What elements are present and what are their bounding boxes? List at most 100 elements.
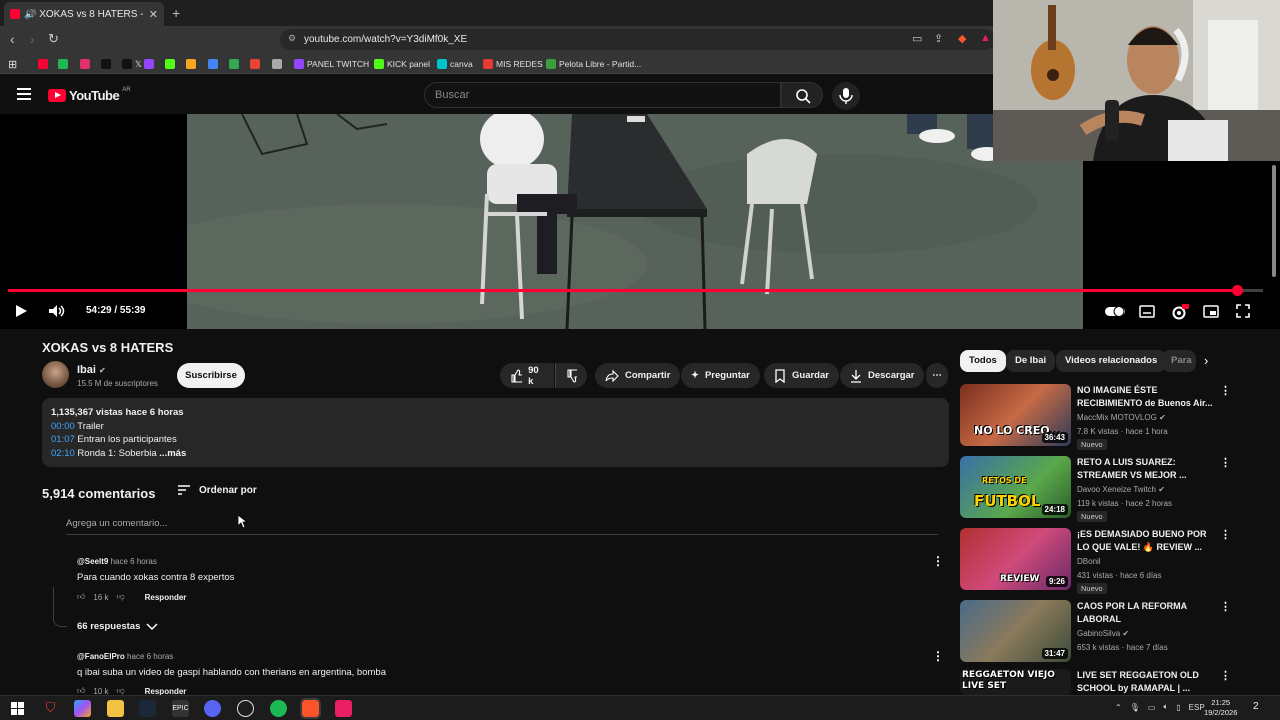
description-box[interactable]: 1,135,367 vistas hace 6 horas 00:00 Trai…: [42, 398, 949, 467]
bookmark-item[interactable]: [101, 57, 111, 71]
comment-menu-icon[interactable]: ⋮: [932, 554, 944, 568]
video-title[interactable]: ¡ES DEMASIADO BUENO POR LO QUE VALE! 🔥 R…: [1077, 528, 1215, 554]
chip-todos[interactable]: Todos: [960, 350, 1006, 372]
obs-icon[interactable]: [237, 700, 254, 717]
subtitles-icon[interactable]: [1139, 304, 1155, 318]
chip-para[interactable]: Para: [1162, 350, 1196, 372]
file-explorer-icon[interactable]: [107, 700, 124, 717]
more-options-icon[interactable]: ⋮: [1220, 669, 1231, 682]
bookmark-item[interactable]: [80, 57, 90, 71]
timestamp-link[interactable]: 01:07: [51, 434, 75, 445]
show-more-link[interactable]: ...más: [159, 448, 186, 459]
recommended-video[interactable]: 31:47 CAOS POR LA REFORMA LABORAL Gabino…: [960, 600, 1260, 664]
bookmark-item[interactable]: KICK panel: [374, 57, 430, 71]
recommended-video[interactable]: RETOS DE FUTBOL 24:18 RETO A LUIS SUAREZ…: [960, 456, 1260, 522]
tray-overflow-icon[interactable]: ⌃: [1115, 703, 1122, 712]
video-title[interactable]: RETO A LUIS SUAREZ: STREAMER VS MEJOR ..…: [1077, 456, 1215, 482]
bookmark-item[interactable]: [165, 57, 175, 71]
network-icon[interactable]: ▭: [1148, 703, 1156, 712]
dislike-button[interactable]: [555, 363, 587, 388]
chip-de-ibai[interactable]: De Ibai: [1006, 350, 1056, 372]
address-bar[interactable]: ⚙ youtube.com/watch?v=Y3diMf0k_XE: [280, 29, 996, 50]
chevron-right-icon[interactable]: ›: [1204, 353, 1208, 368]
notifications-badge[interactable]: 2: [1253, 701, 1259, 712]
spotify-icon[interactable]: [270, 700, 287, 717]
comment-time[interactable]: hace 6 horas: [127, 652, 173, 661]
forward-icon[interactable]: ›: [30, 31, 35, 47]
more-actions-button[interactable]: ⋯: [926, 363, 948, 388]
channel-name[interactable]: MaccMix MOTOVLOG ✔: [1077, 413, 1166, 422]
video-thumbnail[interactable]: NO LO CREO... 36:43: [960, 384, 1071, 446]
taskbar-clock[interactable]: 21:25 19/2/2026: [1204, 698, 1237, 718]
channel-name[interactable]: DBonil: [1077, 557, 1101, 566]
reply-button[interactable]: Responder: [145, 593, 187, 602]
recommended-video[interactable]: REVIEW 9:26 ¡ES DEMASIADO BUENO POR LO Q…: [960, 528, 1260, 594]
discord-icon[interactable]: [204, 700, 221, 717]
bookmark-item[interactable]: [229, 57, 239, 71]
chip-videos-relacionados[interactable]: Videos relacionados: [1056, 350, 1167, 372]
sort-comments-button[interactable]: Ordenar por: [177, 484, 257, 496]
volume-icon[interactable]: [48, 304, 66, 318]
brave-browser-icon[interactable]: [300, 698, 321, 719]
hamburger-menu-icon[interactable]: [17, 88, 31, 100]
reload-icon[interactable]: ↻: [48, 31, 59, 47]
back-icon[interactable]: ‹: [10, 31, 15, 47]
epic-games-icon[interactable]: EPIC: [172, 700, 189, 717]
language-indicator[interactable]: ESP: [1189, 703, 1205, 712]
more-options-icon[interactable]: ⋮: [1220, 528, 1231, 541]
more-options-icon[interactable]: ⋮: [1220, 600, 1231, 613]
video-title[interactable]: CAOS POR LA REFORMA LABORAL: [1077, 600, 1215, 626]
show-replies-button[interactable]: 66 respuestas: [77, 621, 158, 632]
channel-avatar[interactable]: [42, 361, 69, 388]
new-tab-button[interactable]: +: [172, 5, 180, 21]
play-icon[interactable]: [14, 304, 28, 318]
bookmark-item[interactable]: [144, 57, 154, 71]
save-button[interactable]: Guardar: [764, 363, 839, 388]
download-button[interactable]: Descargar: [840, 363, 925, 388]
channel-name[interactable]: Ibai ✔: [77, 364, 106, 376]
bookmark-item[interactable]: Pelota Libre - Partid...: [546, 57, 641, 71]
miniplayer-icon[interactable]: [1203, 304, 1219, 318]
bookmark-item[interactable]: 𝕏: [122, 57, 142, 71]
bookmark-item[interactable]: [186, 57, 196, 71]
cast-icon[interactable]: ▭: [912, 32, 922, 45]
volume-tray-icon[interactable]: 🔈︎: [1163, 702, 1168, 712]
video-thumbnail[interactable]: REGGAETON VIEJO LIVE SET: [960, 669, 1071, 695]
comment-author[interactable]: @FanoElPro: [77, 652, 125, 661]
page-scrollbar[interactable]: [1272, 165, 1276, 277]
brave-rewards-icon[interactable]: ▲: [980, 32, 991, 44]
more-options-icon[interactable]: ⋮: [1220, 456, 1231, 469]
channel-name[interactable]: Davoo Xeneize Twitch ✔: [1077, 485, 1165, 494]
video-thumbnail[interactable]: 31:47: [960, 600, 1071, 662]
recommended-video[interactable]: REGGAETON VIEJO LIVE SET LIVE SET REGGAE…: [960, 669, 1260, 695]
comment-author[interactable]: @Seelt9: [77, 557, 108, 566]
comment-like-icon[interactable]: 👍︎: [77, 592, 85, 602]
comment-menu-icon[interactable]: ⋮: [932, 649, 944, 663]
video-title[interactable]: NO IMAGINE ÉSTE RECIBIMIENTO de Buenos A…: [1077, 384, 1215, 410]
share-page-icon[interactable]: ⇪: [934, 32, 943, 45]
settings-gear-icon[interactable]: [1171, 304, 1189, 320]
bookmark-item[interactable]: [208, 57, 218, 71]
bookmark-item[interactable]: [58, 57, 68, 71]
ask-button[interactable]: ✦ Preguntar: [681, 363, 760, 388]
steam-icon[interactable]: [139, 700, 156, 717]
site-info-icon[interactable]: ⚙: [288, 33, 296, 44]
bookmark-item[interactable]: [250, 57, 260, 71]
progress-bar[interactable]: [8, 285, 1263, 296]
subscribe-button[interactable]: Suscribirse: [177, 363, 245, 388]
microphone-tray-icon[interactable]: 🎙︎: [1130, 703, 1140, 712]
battery-icon[interactable]: ▯: [1176, 703, 1180, 712]
channel-name[interactable]: GabinoSilva ✔: [1077, 629, 1129, 638]
copilot-icon[interactable]: [74, 700, 91, 717]
video-thumbnail[interactable]: REVIEW 9:26: [960, 528, 1071, 590]
comment-time[interactable]: hace 6 horas: [111, 557, 157, 566]
video-title[interactable]: LIVE SET REGGAETON OLD SCHOOL by RAMAPAL…: [1077, 669, 1215, 695]
autoplay-toggle-icon[interactable]: [1104, 304, 1126, 318]
progress-scrubber-handle[interactable]: [1231, 285, 1243, 296]
fullscreen-icon[interactable]: [1236, 304, 1250, 318]
tiktok-live-icon[interactable]: [335, 700, 352, 717]
share-button[interactable]: Compartir: [595, 363, 681, 388]
search-button[interactable]: [781, 82, 823, 108]
apps-grid-icon[interactable]: ⊞: [8, 57, 17, 71]
bookmark-item[interactable]: PANEL TWITCH: [294, 57, 369, 71]
